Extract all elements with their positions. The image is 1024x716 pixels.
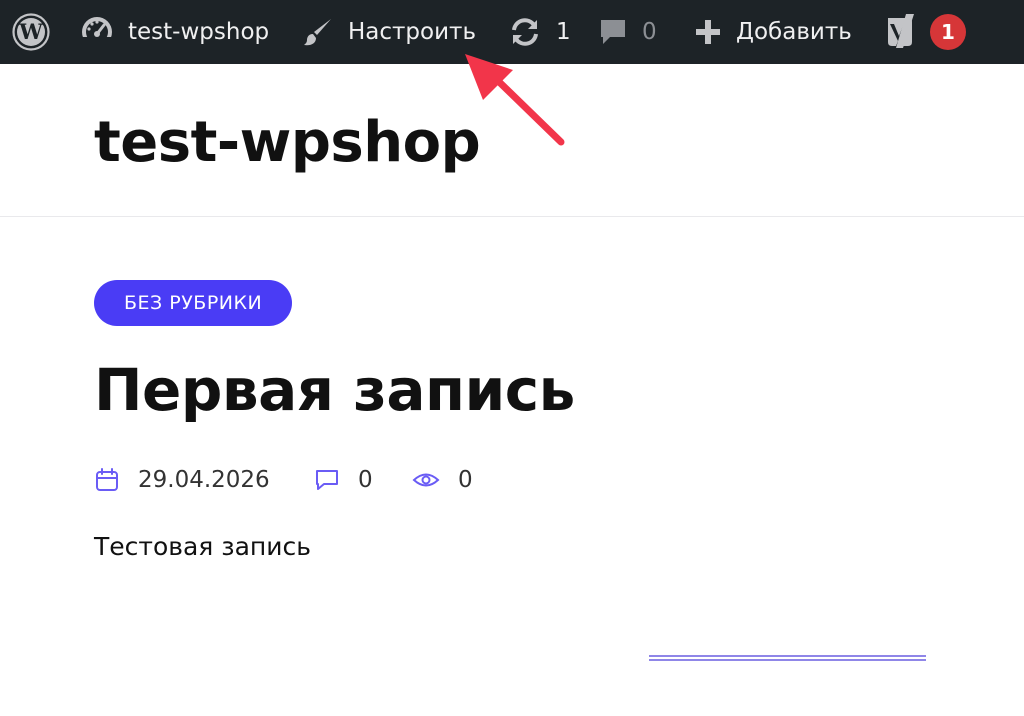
eye-icon <box>412 467 440 493</box>
comment-icon <box>314 467 340 493</box>
yoast-logo-icon <box>884 14 918 50</box>
updates-refresh-icon <box>508 15 542 49</box>
customize-label: Настроить <box>348 19 477 45</box>
post-excerpt: Тестовая запись <box>94 532 311 561</box>
site-title[interactable]: test-wpshop <box>94 110 481 175</box>
decorative-divider <box>649 655 926 661</box>
svg-text:W: W <box>18 19 43 44</box>
paintbrush-icon <box>302 16 334 48</box>
yoast-notification-badge: 1 <box>930 14 966 50</box>
dashboard-gauge-icon <box>80 15 114 49</box>
add-new-button[interactable]: Добавить <box>694 0 852 64</box>
customize-button[interactable]: Настроить <box>302 0 476 64</box>
updates-count: 1 <box>556 19 571 45</box>
site-name-label: test-wpshop <box>128 19 270 45</box>
post-views-count: 0 <box>412 462 473 498</box>
wordpress-logo-icon: W <box>12 13 50 51</box>
site-header: test-wpshop <box>0 64 1024 217</box>
post-date-value: 29.04.2026 <box>138 467 270 493</box>
comments-count: 0 <box>642 19 657 45</box>
admin-bar: W test-wpshop Настроить 1 0 Добавить 1 <box>0 0 1024 64</box>
calendar-icon <box>94 467 120 493</box>
post-title: Первая запись <box>94 356 575 424</box>
post-date: 29.04.2026 <box>94 462 270 498</box>
updates-button[interactable]: 1 <box>508 0 571 64</box>
post-views-value: 0 <box>458 467 473 493</box>
post-comments-count[interactable]: 0 <box>314 462 373 498</box>
comment-bubble-icon <box>598 17 628 47</box>
plus-icon <box>694 18 722 46</box>
category-badge[interactable]: БЕЗ РУБРИКИ <box>94 280 293 326</box>
yoast-seo-menu[interactable]: 1 <box>884 0 966 64</box>
add-new-label: Добавить <box>736 19 852 45</box>
wordpress-menu-button[interactable]: W <box>12 0 50 64</box>
post-comments-value: 0 <box>358 467 373 493</box>
site-name-menu[interactable]: test-wpshop <box>80 0 269 64</box>
comments-button[interactable]: 0 <box>598 0 657 64</box>
